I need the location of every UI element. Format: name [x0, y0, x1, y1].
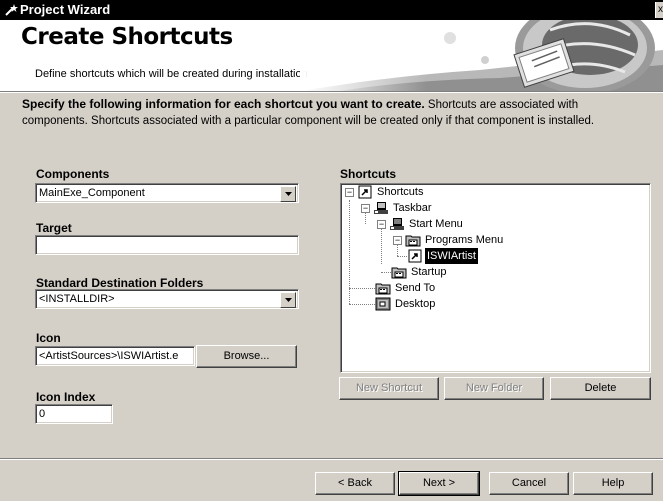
- shortcuts-tree[interactable]: − Shortcuts − Taskbar − Start Menu − Pro…: [340, 183, 651, 373]
- tree-line: [349, 304, 375, 305]
- icon-index-value: 0: [39, 408, 46, 420]
- shortcuts-label: Shortcuts: [340, 167, 397, 181]
- close-button[interactable]: x: [655, 2, 663, 18]
- help-button[interactable]: Help: [573, 472, 653, 495]
- back-button[interactable]: < Back: [315, 472, 395, 495]
- destination-value: <INSTALLDIR>: [39, 293, 115, 305]
- tree-node-label: Start Menu: [409, 218, 463, 230]
- tree-line: [381, 272, 391, 273]
- header-banner: Create Shortcuts Define shortcuts which …: [0, 20, 663, 91]
- dropdown-arrow-icon[interactable]: [280, 186, 296, 202]
- collapse-toggle-icon[interactable]: −: [345, 188, 354, 197]
- shortcut-icon: [357, 185, 373, 199]
- instructions-text: Specify the following information for ea…: [22, 96, 642, 129]
- components-combobox[interactable]: MainExe_Component: [35, 183, 299, 203]
- title-bar[interactable]: Project Wizard x: [0, 0, 663, 20]
- new-shortcut-button[interactable]: New Shortcut: [339, 377, 439, 400]
- desktop-icon: [375, 297, 391, 311]
- tree-node-label: Startup: [411, 266, 447, 278]
- window-title: Project Wizard: [20, 2, 111, 17]
- wizard-wand-icon: [4, 3, 18, 17]
- folder-icon: [391, 265, 407, 279]
- destination-combobox[interactable]: <INSTALLDIR>: [35, 289, 299, 309]
- collapse-toggle-icon[interactable]: −: [393, 236, 402, 245]
- page-title: Create Shortcuts: [21, 24, 233, 50]
- next-button[interactable]: Next >: [398, 471, 480, 496]
- dropdown-arrow-icon[interactable]: [280, 292, 296, 308]
- tree-line: [397, 256, 407, 257]
- tree-node-label-selected: ISWIArtist: [424, 247, 479, 265]
- new-folder-button[interactable]: New Folder: [444, 377, 544, 400]
- tree-line: [381, 224, 382, 264]
- delete-button[interactable]: Delete: [550, 377, 651, 400]
- target-field[interactable]: [35, 235, 299, 255]
- tree-line: [349, 288, 375, 289]
- start-menu-icon: [389, 217, 405, 231]
- icon-label: Icon: [36, 331, 61, 345]
- folder-icon: [375, 281, 391, 295]
- collapse-toggle-icon[interactable]: −: [377, 220, 386, 229]
- footer-separator: [0, 458, 663, 460]
- tree-node-label: Programs Menu: [425, 234, 504, 246]
- tree-node-label: Send To: [395, 282, 436, 294]
- header-graphic-image: [300, 20, 663, 91]
- project-wizard-window: Project Wizard x Create Shortcuts Define…: [0, 0, 663, 501]
- browse-button[interactable]: Browse...: [196, 345, 297, 368]
- components-label: Components: [36, 167, 110, 181]
- cancel-button[interactable]: Cancel: [489, 472, 569, 495]
- programs-folder-icon: [405, 233, 421, 247]
- collapse-toggle-icon[interactable]: −: [361, 204, 370, 213]
- icon-field[interactable]: <ArtistSources>\ISWIArtist.e: [35, 346, 195, 366]
- tree-node-label: Desktop: [395, 298, 436, 310]
- page-subtitle: Define shortcuts which will be created d…: [35, 68, 308, 80]
- taskbar-icon: [373, 201, 389, 215]
- icon-index-label: Icon Index: [36, 390, 96, 404]
- icon-path-value: <ArtistSources>\ISWIArtist.e: [39, 350, 179, 362]
- shortcut-icon: [407, 249, 423, 263]
- components-value: MainExe_Component: [39, 187, 145, 199]
- tree-node-label: Shortcuts: [377, 186, 424, 198]
- icon-index-field[interactable]: 0: [35, 404, 113, 424]
- tree-node-label: Taskbar: [393, 202, 432, 214]
- target-label: Target: [36, 221, 72, 235]
- instructions-bold: Specify the following information for ea…: [22, 97, 425, 111]
- destination-label: Standard Destination Folders: [36, 276, 204, 290]
- header-separator: [0, 91, 663, 93]
